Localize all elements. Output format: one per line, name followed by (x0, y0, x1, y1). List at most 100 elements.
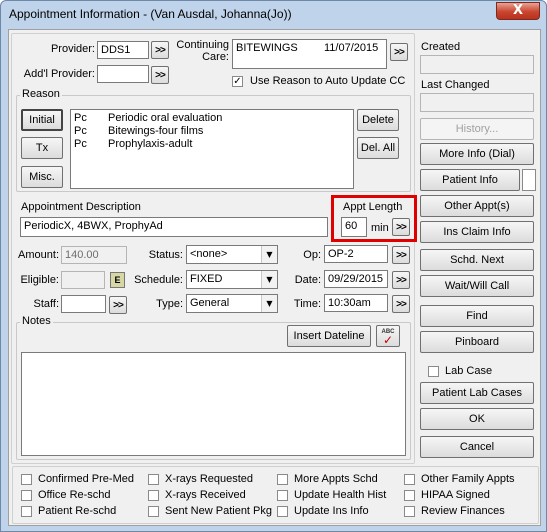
continuing-care-label-1: Continuing (176, 39, 229, 51)
appt-length-unit: min (371, 222, 389, 234)
created-field (420, 55, 534, 74)
dialog-body: Provider: DDS1 >> Add'l Provider: >> Con… (8, 29, 541, 526)
xrays-requested-label: X-rays Requested (165, 473, 254, 485)
staff-lookup-button[interactable]: >> (109, 296, 127, 314)
provider-lookup-button[interactable]: >> (151, 41, 169, 59)
more-info-button[interactable]: More Info (Dial) (420, 143, 534, 165)
hipaa-signed-checkbox[interactable] (404, 490, 415, 501)
continuing-care-lookup-button[interactable]: >> (390, 43, 408, 61)
tx-button[interactable]: Tx (21, 137, 63, 159)
review-finances-checkbox[interactable] (404, 506, 415, 517)
time-field[interactable]: 10:30am (324, 294, 388, 312)
date-lookup-button[interactable]: >> (392, 271, 410, 289)
use-reason-checkbox[interactable]: ✓ (232, 76, 243, 87)
schd-next-button[interactable]: Schd. Next (420, 249, 534, 271)
more-appts-schd-checkbox[interactable] (277, 474, 288, 485)
appt-length-button[interactable]: >> (392, 218, 410, 236)
continuing-care-value: BITEWINGS (236, 42, 298, 54)
xrays-received-checkbox[interactable] (148, 490, 159, 501)
more-appts-schd-label: More Appts Schd (294, 473, 378, 485)
history-button[interactable]: History... (420, 118, 534, 140)
last-changed-label: Last Changed (421, 79, 490, 91)
type-label: Type: (156, 298, 183, 310)
patient-info-indicator (522, 169, 536, 191)
status-select[interactable]: <none> ▼ (186, 245, 278, 264)
list-item[interactable]: Pc Periodic oral evaluation (74, 112, 344, 125)
time-lookup-button[interactable]: >> (392, 295, 410, 313)
date-label: Date: (294, 274, 321, 286)
office-reschd-checkbox[interactable] (21, 490, 32, 501)
date-field[interactable]: 09/29/2015 (324, 270, 388, 288)
amount-label: Amount: (18, 249, 59, 261)
other-appts-button[interactable]: Other Appt(s) (420, 195, 534, 217)
find-button[interactable]: Find (420, 305, 534, 327)
op-lookup-button[interactable]: >> (392, 246, 410, 264)
patient-lab-cases-button[interactable]: Patient Lab Cases (420, 382, 534, 404)
list-item[interactable]: Pc Prophylaxis-adult (74, 138, 344, 151)
xrays-requested-checkbox[interactable] (148, 474, 159, 485)
xrays-received-label: X-rays Received (165, 489, 246, 501)
notes-group-label: Notes (20, 315, 53, 327)
update-health-hist-label: Update Health Hist (294, 489, 387, 501)
hipaa-signed-label: HIPAA Signed (421, 489, 490, 501)
delete-all-button[interactable]: Del. All (357, 137, 399, 159)
review-finances-label: Review Finances (421, 505, 505, 517)
eligible-label: Eligible: (20, 274, 59, 286)
reason-list[interactable]: Pc Periodic oral evaluation Pc Bitewings-f… (70, 109, 354, 189)
staff-field[interactable] (61, 295, 106, 313)
status-label: Status: (148, 249, 183, 261)
addl-provider-field[interactable] (97, 65, 149, 83)
other-family-appts-checkbox[interactable] (404, 474, 415, 485)
list-item[interactable]: Pc Bitewings-four films (74, 125, 344, 138)
op-field[interactable]: OP-2 (324, 245, 388, 263)
schedule-select[interactable]: FIXED ▼ (186, 270, 278, 289)
pinboard-button[interactable]: Pinboard (420, 331, 534, 353)
ins-claim-info-button[interactable]: Ins Claim Info (420, 221, 534, 243)
eligibility-icon[interactable]: E (110, 272, 125, 288)
appointment-window: Appointment Information - (Van Ausdal, J… (0, 0, 547, 532)
office-reschd-label: Office Re-schd (38, 489, 111, 501)
wait-will-call-button[interactable]: Wait/Will Call (420, 275, 534, 297)
continuing-care-field[interactable]: BITEWINGS 11/07/2015 (232, 39, 387, 69)
delete-button[interactable]: Delete (357, 109, 399, 131)
appt-description-field[interactable]: PeriodicX, 4BWX, ProphyAd (20, 217, 328, 237)
misc-button[interactable]: Misc. (21, 166, 63, 188)
appt-length-field[interactable]: 60 (341, 217, 367, 237)
amount-field: 140.00 (61, 246, 127, 264)
schedule-label: Schedule: (134, 274, 183, 286)
update-ins-info-label: Update Ins Info (294, 505, 369, 517)
confirmed-premed-label: Confirmed Pre-Med (38, 473, 134, 485)
notes-textarea[interactable] (21, 352, 406, 456)
confirmed-premed-checkbox[interactable] (21, 474, 32, 485)
continuing-care-date: 11/07/2015 (324, 42, 379, 54)
last-changed-field (420, 93, 534, 112)
addl-provider-lookup-button[interactable]: >> (151, 66, 169, 84)
ok-button[interactable]: OK (420, 408, 534, 430)
initial-button[interactable]: Initial (21, 109, 63, 131)
use-reason-label: Use Reason to Auto Update CC (250, 75, 406, 87)
title-bar[interactable]: Appointment Information - (Van Ausdal, J… (1, 1, 546, 27)
cancel-button[interactable]: Cancel (420, 436, 534, 458)
checkmark-icon: ✓ (382, 333, 394, 347)
lab-case-checkbox[interactable] (428, 366, 439, 377)
patient-reschd-checkbox[interactable] (21, 506, 32, 517)
provider-label: Provider: (50, 43, 95, 55)
update-health-hist-checkbox[interactable] (277, 490, 288, 501)
chevron-down-icon: ▼ (261, 246, 277, 263)
spell-check-button[interactable]: ABC ✓ (376, 325, 400, 347)
sent-new-patient-pkg-label: Sent New Patient Pkg (165, 505, 273, 517)
patient-info-button[interactable]: Patient Info (420, 169, 520, 191)
sent-new-patient-pkg-checkbox[interactable] (148, 506, 159, 517)
close-button[interactable]: X (496, 2, 540, 20)
created-label: Created (421, 41, 461, 53)
provider-field[interactable]: DDS1 (97, 41, 149, 59)
reason-group-label: Reason (20, 88, 62, 100)
other-family-appts-label: Other Family Appts (421, 473, 515, 485)
appt-description-label: Appointment Description (21, 201, 141, 213)
type-select[interactable]: General ▼ (186, 294, 278, 313)
appt-length-label: Appt Length (343, 201, 403, 213)
op-label: Op: (303, 249, 321, 261)
insert-dateline-button[interactable]: Insert Dateline (287, 325, 371, 347)
window-title: Appointment Information - (Van Ausdal, J… (9, 7, 292, 21)
update-ins-info-checkbox[interactable] (277, 506, 288, 517)
